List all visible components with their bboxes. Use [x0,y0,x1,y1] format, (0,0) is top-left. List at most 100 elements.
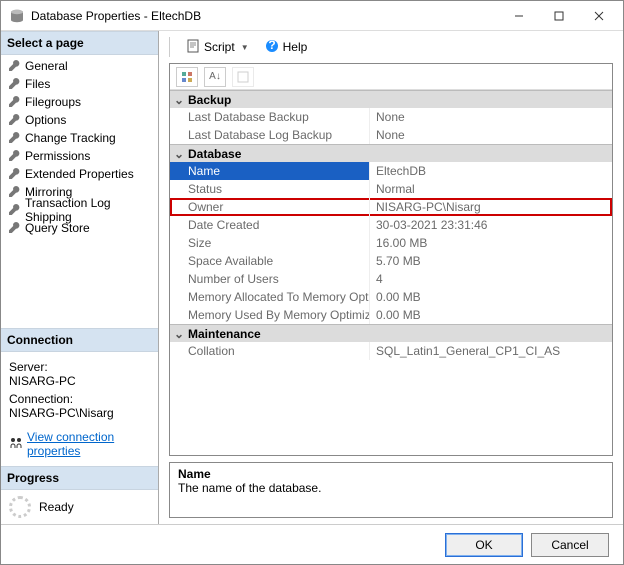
property-value: SQL_Latin1_General_CP1_CI_AS [370,342,612,360]
property-row[interactable]: CollationSQL_Latin1_General_CP1_CI_AS [170,342,612,360]
wrench-icon [7,149,21,163]
script-label: Script [204,40,235,54]
property-grid: A↓ ⌄BackupLast Database BackupNoneLast D… [169,63,613,456]
page-item-filegroups[interactable]: Filegroups [1,93,158,111]
help-icon: ? [265,39,279,56]
svg-text:?: ? [268,39,275,52]
property-row[interactable]: Space Available5.70 MB [170,252,612,270]
progress-status: Ready [39,500,74,514]
category-label: Maintenance [188,327,261,341]
property-key: Name [170,162,370,180]
button-bar: OK Cancel [1,524,623,564]
property-key: Date Created [170,216,370,234]
page-item-label: Transaction Log Shipping [25,196,152,224]
property-row[interactable]: Number of Users4 [170,270,612,288]
property-row[interactable]: Memory Used By Memory Optimized Objects0… [170,306,612,324]
right-pane: Script ▼ ? Help A↓ ⌄BackupLast Databas [159,31,623,524]
page-item-options[interactable]: Options [1,111,158,129]
wrench-icon [7,203,21,217]
property-value: EltechDB [370,162,612,180]
property-row[interactable]: Memory Allocated To Memory Optimized Obj… [170,288,612,306]
window-title: Database Properties - EltechDB [31,9,499,23]
property-key: Number of Users [170,270,370,288]
property-key: Size [170,234,370,252]
left-pane: Select a page General Files Filegroups Opti… [1,31,159,524]
property-value: Normal [370,180,612,198]
page-item-label: Extended Properties [25,167,134,181]
script-icon [186,39,200,56]
property-row[interactable]: Last Database BackupNone [170,108,612,126]
connection-header: Connection [1,328,158,352]
property-value: NISARG-PC\Nisarg [370,198,612,216]
wrench-icon [7,113,21,127]
property-value: 0.00 MB [370,306,612,324]
page-item-label: Query Store [25,221,90,235]
alphabetical-button[interactable]: A↓ [204,67,226,87]
chevron-down-icon: ⌄ [170,327,188,341]
cancel-button[interactable]: Cancel [531,533,609,557]
description-panel: Name The name of the database. [169,462,613,518]
property-value: None [370,126,612,144]
property-value: 0.00 MB [370,288,612,306]
properties-button[interactable] [232,67,254,87]
category-backup[interactable]: ⌄Backup [170,90,612,108]
page-item-label: Permissions [25,149,90,163]
view-connection-properties-link[interactable]: View connection properties [9,430,150,458]
property-key: Collation [170,342,370,360]
script-button[interactable]: Script ▼ [182,37,253,58]
title-bar: Database Properties - EltechDB [1,1,623,31]
page-item-label: Filegroups [25,95,81,109]
description-text: The name of the database. [178,481,604,495]
grid-toolbar: A↓ [170,64,612,90]
property-row[interactable]: OwnerNISARG-PC\Nisarg [170,198,612,216]
property-key: Last Database Log Backup [170,126,370,144]
page-item-permissions[interactable]: Permissions [1,147,158,165]
help-button[interactable]: ? Help [261,37,312,58]
view-connection-properties-label: View connection properties [27,430,150,458]
page-item-general[interactable]: General [1,57,158,75]
minimize-button[interactable] [499,2,539,30]
category-maintenance[interactable]: ⌄Maintenance [170,324,612,342]
progress-ring-icon [9,496,31,518]
wrench-icon [7,95,21,109]
page-item-label: Files [25,77,50,91]
page-item-extended-properties[interactable]: Extended Properties [1,165,158,183]
page-item-label: Options [25,113,66,127]
property-key: Memory Allocated To Memory Optimized Obj… [170,288,370,306]
property-row[interactable]: Last Database Log BackupNone [170,126,612,144]
property-value: None [370,108,612,126]
chevron-down-icon: ⌄ [170,147,188,161]
categorized-button[interactable] [176,67,198,87]
page-list: General Files Filegroups Options Change Trac… [1,55,158,239]
page-item-change-tracking[interactable]: Change Tracking [1,129,158,147]
wrench-icon [7,131,21,145]
property-row[interactable]: Date Created30-03-2021 23:31:46 [170,216,612,234]
help-label: Help [283,40,308,54]
property-value: 30-03-2021 23:31:46 [370,216,612,234]
cancel-label: Cancel [551,538,588,552]
property-row[interactable]: NameEltechDB [170,162,612,180]
property-row[interactable]: Size16.00 MB [170,234,612,252]
property-value: 5.70 MB [370,252,612,270]
category-label: Backup [188,93,231,107]
property-key: Space Available [170,252,370,270]
ok-button[interactable]: OK [445,533,523,557]
property-row[interactable]: StatusNormal [170,180,612,198]
ok-label: OK [475,538,492,552]
select-page-header: Select a page [1,31,158,55]
grid-body[interactable]: ⌄BackupLast Database BackupNoneLast Data… [170,90,612,455]
category-database[interactable]: ⌄Database [170,144,612,162]
wrench-icon [7,185,21,199]
category-label: Database [188,147,241,161]
progress-header: Progress [1,466,158,490]
server-value: NISARG-PC [9,374,150,388]
property-key: Status [170,180,370,198]
server-label: Server: [9,360,150,374]
wrench-icon [7,77,21,91]
database-icon [9,9,25,23]
maximize-button[interactable] [539,2,579,30]
close-button[interactable] [579,2,619,30]
page-item-files[interactable]: Files [1,75,158,93]
page-item-transaction-log-shipping[interactable]: Transaction Log Shipping [1,201,158,219]
property-value: 16.00 MB [370,234,612,252]
